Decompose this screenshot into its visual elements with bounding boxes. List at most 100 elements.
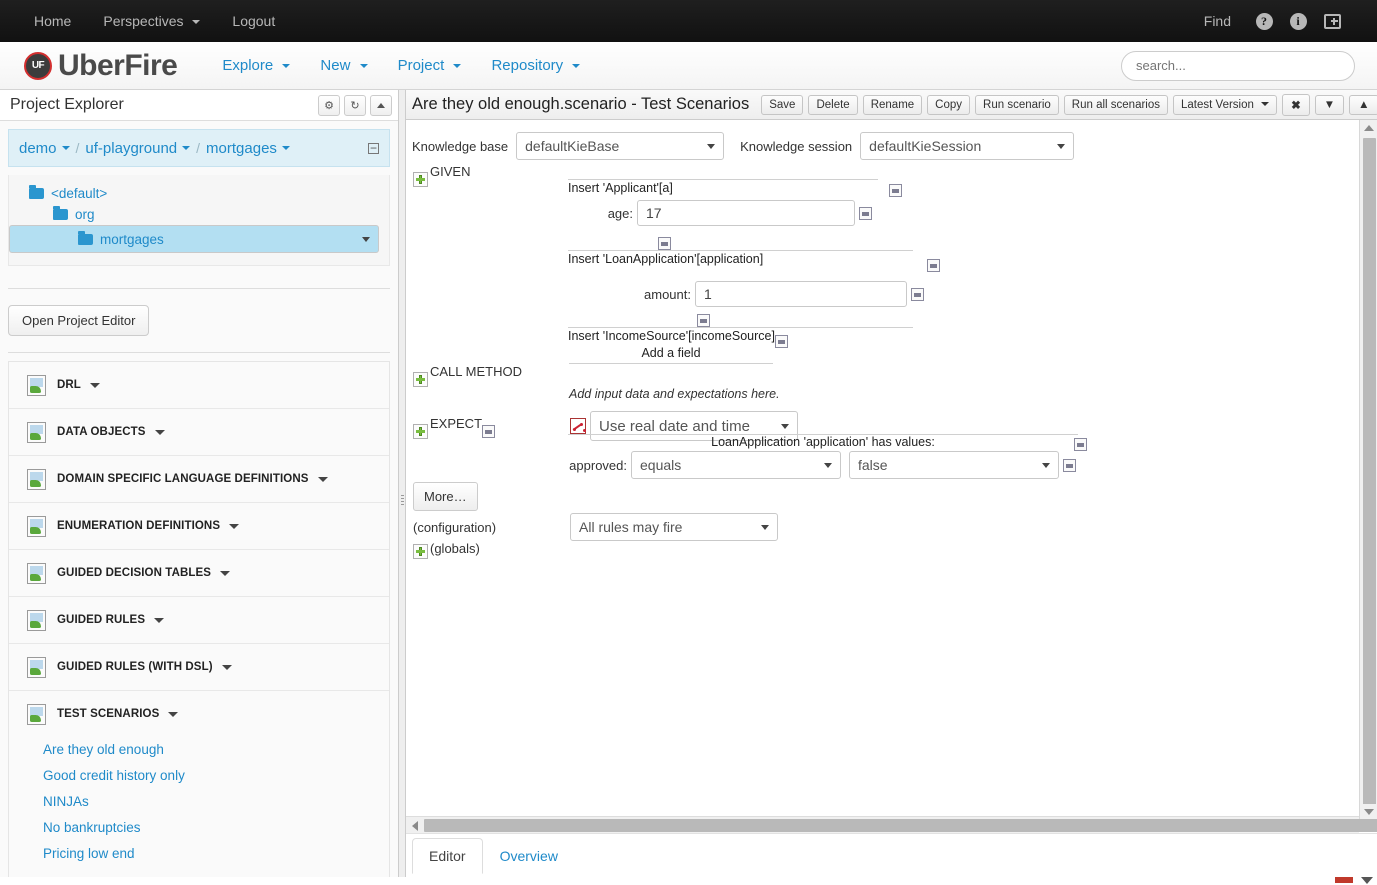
chevron-down-icon [453, 64, 461, 68]
add-field-link[interactable]: Add a field [569, 346, 773, 364]
add-given-fact-icon[interactable] [413, 172, 428, 187]
scroll-up-icon[interactable] [1361, 120, 1377, 136]
remove-field-icon[interactable] [911, 288, 924, 301]
brand-bar: UF UberFire Explore New Project Reposito… [0, 42, 1377, 90]
nav-item-perspectives-label: Perspectives [103, 13, 183, 29]
horizontal-scroll-thumb[interactable] [424, 819, 1377, 832]
remove-expectation-field-icon[interactable] [1063, 459, 1076, 472]
editor-vertical-scrollbar[interactable] [1359, 120, 1377, 820]
asset-type-accordion: DRL DATA OBJECTS DOMAIN SPECIFIC LANGUAG… [8, 361, 390, 878]
tree-item-mortgages[interactable]: mortgages [9, 225, 379, 253]
accordion-header-drl[interactable]: DRL [9, 362, 389, 408]
scroll-left-icon[interactable] [407, 818, 422, 833]
project-explorer-header-buttons: ⚙ ↻ [318, 95, 392, 116]
version-selector-label: Latest Version [1181, 99, 1254, 111]
tree-item-default[interactable]: <default> [9, 183, 389, 204]
folder-icon [78, 234, 93, 245]
project-explorer-panel: Project Explorer ⚙ ↻ demo / uf-playgroun… [0, 90, 399, 885]
add-global-icon[interactable] [413, 544, 428, 559]
collapse-panel-icon[interactable] [370, 95, 392, 116]
triangle-down-icon [1364, 809, 1374, 815]
chevron-down-icon[interactable]: ▼ [1315, 95, 1344, 115]
knowledge-session-select[interactable]: defaultKieSession [860, 132, 1074, 160]
remove-field-icon[interactable] [859, 207, 872, 220]
accordion-header-data-objects[interactable]: DATA OBJECTS [9, 409, 389, 455]
breadcrumb-item-organization[interactable]: demo [19, 140, 57, 157]
panel-divider [8, 352, 390, 353]
expectation-operator-select[interactable]: equals [631, 451, 841, 479]
remove-fact-icon[interactable] [927, 259, 940, 272]
accordion-header-test-scenarios[interactable]: TEST SCENARIOS [9, 691, 389, 737]
field-row-amount: amount: [581, 281, 924, 307]
accordion-header-enumerations[interactable]: ENUMERATION DEFINITIONS [9, 503, 389, 549]
list-item[interactable]: No bankruptcies [43, 815, 389, 841]
scroll-down-icon[interactable] [1361, 804, 1377, 820]
remove-fact-icon[interactable] [775, 335, 788, 348]
refresh-icon[interactable]: ↻ [344, 95, 366, 116]
breadcrumb-item-repository[interactable]: uf-playground [85, 140, 177, 157]
tree-item-org[interactable]: org [9, 204, 389, 225]
panel-splitter[interactable] [399, 90, 406, 885]
menu-new[interactable]: New [305, 57, 382, 74]
menu-explore[interactable]: Explore [207, 57, 305, 74]
insert-fact-icon[interactable] [658, 237, 671, 250]
nav-item-logout[interactable]: Logout [216, 0, 291, 42]
delete-button[interactable]: Delete [808, 95, 857, 115]
list-item[interactable]: Are they old enough [43, 737, 389, 763]
accordion-header-decision-tables[interactable]: GUIDED DECISION TABLES [9, 550, 389, 596]
nav-item-perspectives[interactable]: Perspectives [87, 0, 216, 42]
age-input[interactable] [637, 200, 855, 226]
expectation-value-select[interactable]: false [849, 451, 1059, 479]
chevron-down-icon[interactable] [282, 146, 290, 150]
nav-item-find[interactable]: Find [1188, 0, 1247, 42]
top-navigation-bar: Home Perspectives Logout Find ? i [0, 0, 1377, 42]
search-input[interactable] [1121, 51, 1355, 81]
help-icon[interactable]: ? [1247, 0, 1281, 42]
list-item[interactable]: Pricing low end [43, 841, 389, 867]
tab-overview[interactable]: Overview [483, 838, 575, 874]
chevron-up-icon[interactable]: ▲ [1349, 95, 1377, 115]
tab-editor[interactable]: Editor [412, 838, 483, 874]
run-scenario-button[interactable]: Run scenario [975, 95, 1059, 115]
gear-icon[interactable]: ⚙ [318, 95, 340, 116]
medkit-icon[interactable] [1315, 0, 1349, 42]
collapse-tree-icon[interactable]: − [368, 143, 379, 154]
close-icon[interactable]: ✖ [1282, 94, 1310, 116]
version-selector-button[interactable]: Latest Version [1173, 95, 1277, 115]
brand-logo[interactable]: UF UberFire [0, 49, 177, 83]
more-button[interactable]: More… [413, 482, 478, 511]
rename-button[interactable]: Rename [863, 95, 922, 115]
accordion-header-guided-rules[interactable]: GUIDED RULES [9, 597, 389, 643]
menu-repository[interactable]: Repository [476, 57, 595, 74]
amount-input[interactable] [695, 281, 907, 307]
accordion-header-dsl[interactable]: DOMAIN SPECIFIC LANGUAGE DEFINITIONS [9, 456, 389, 502]
rules-fire-select[interactable]: All rules may fire [570, 513, 778, 541]
open-project-editor-button[interactable]: Open Project Editor [8, 305, 149, 336]
chevron-down-icon [154, 618, 164, 623]
add-expectation-icon[interactable] [413, 424, 428, 439]
run-all-scenarios-button[interactable]: Run all scenarios [1064, 95, 1168, 115]
copy-button[interactable]: Copy [927, 95, 970, 115]
triangle-down-icon[interactable] [1361, 877, 1373, 884]
breadcrumb-separator: / [196, 140, 200, 156]
save-button[interactable]: Save [761, 95, 803, 115]
editor-horizontal-scrollbar[interactable] [406, 816, 1359, 833]
fact-block-incomesource: Insert 'IncomeSource'[incomeSource] [568, 327, 913, 343]
menu-explore-label: Explore [222, 57, 273, 74]
accordion-header-guided-rules-dsl[interactable]: GUIDED RULES (WITH DSL) [9, 644, 389, 690]
knowledge-base-select[interactable]: defaultKieBase [516, 132, 724, 160]
remove-expect-icon[interactable] [482, 425, 495, 438]
remove-expectation-icon[interactable] [1074, 438, 1087, 451]
chevron-down-icon[interactable] [62, 146, 70, 150]
list-item[interactable]: NINJAs [43, 789, 389, 815]
info-icon[interactable]: i [1281, 0, 1315, 42]
menu-project[interactable]: Project [383, 57, 477, 74]
insert-fact-icon[interactable] [697, 314, 710, 327]
breadcrumb-item-project[interactable]: mortgages [206, 140, 277, 157]
remove-fact-icon[interactable] [889, 184, 902, 197]
vertical-scroll-thumb[interactable] [1363, 138, 1376, 832]
nav-item-home[interactable]: Home [18, 0, 87, 42]
list-item[interactable]: Good credit history only [43, 763, 389, 789]
add-call-method-icon[interactable] [413, 372, 428, 387]
chevron-down-icon[interactable] [182, 146, 190, 150]
